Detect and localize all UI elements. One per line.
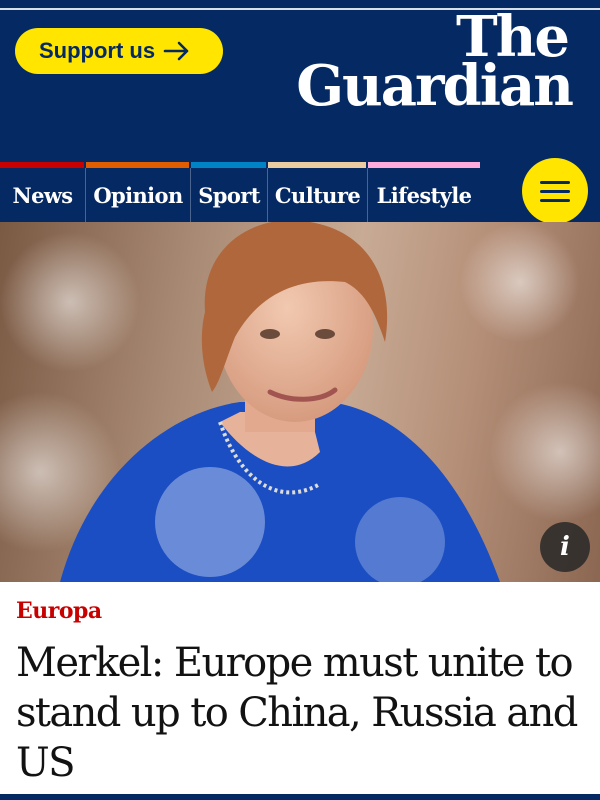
nav-item-news[interactable]: News xyxy=(0,168,86,222)
article-kicker[interactable]: Europa xyxy=(16,598,102,624)
guardian-logo[interactable]: The Guardian xyxy=(296,9,574,119)
hero-image: i xyxy=(0,222,600,582)
logo-line-2: Guardian xyxy=(296,53,574,119)
nav-item-opinion[interactable]: Opinion xyxy=(86,168,191,222)
support-us-label: Support us xyxy=(39,38,156,63)
support-us-button[interactable]: Support us xyxy=(15,28,223,74)
masthead: Support us The Guardian News Opinion Spo… xyxy=(0,0,600,222)
nav-item-lifestyle[interactable]: Lifestyle xyxy=(368,168,480,222)
nav-item-culture[interactable]: Culture xyxy=(268,168,368,222)
hero-photo-illustration xyxy=(0,222,600,582)
hamburger-menu-icon[interactable] xyxy=(522,158,588,224)
bottom-divider xyxy=(0,794,600,800)
arrow-right-icon xyxy=(163,41,191,61)
pillar-nav: News Opinion Sport Culture Lifestyle xyxy=(0,168,520,222)
article-headline[interactable]: Merkel: Europe must unite to stand up to… xyxy=(16,638,592,788)
nav-item-sport[interactable]: Sport xyxy=(191,168,268,222)
info-icon[interactable]: i xyxy=(540,522,590,572)
